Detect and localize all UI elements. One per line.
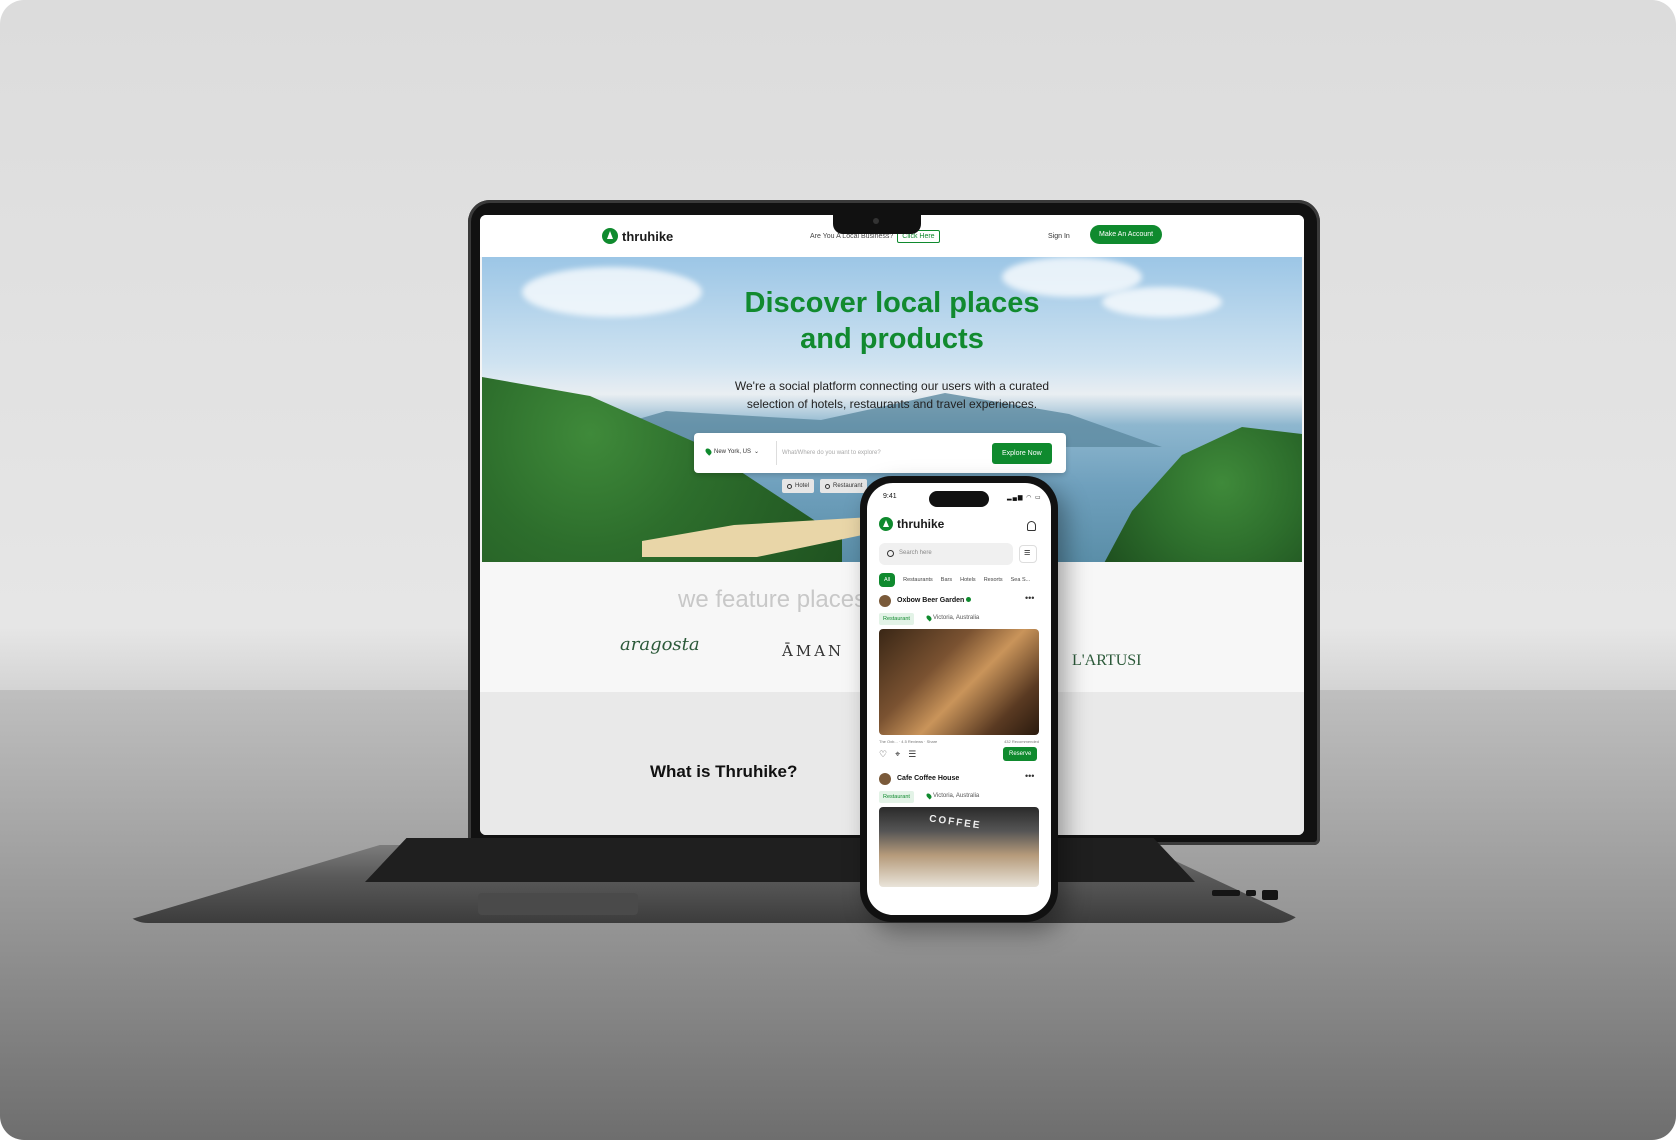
hero-subtitle-line-2: selection of hotels, restaurants and tra…: [746, 397, 1038, 411]
app-brand-name: thruhike: [897, 517, 945, 531]
tab-restaurants[interactable]: Restaurants: [903, 577, 933, 583]
site-logo[interactable]: thruhike: [602, 228, 673, 244]
post-stats-right: 432 Recommended: [1004, 739, 1039, 744]
phone-device: 9:41 ▂▄▆ ◠ ▭ thruhike Search here All Re…: [860, 476, 1058, 922]
local-business-text: Are You A Local Business?: [810, 233, 894, 240]
cafe-sign: COFFEE: [928, 813, 983, 832]
post-location: Victoria, Australia: [925, 792, 980, 800]
more-options-icon[interactable]: •••: [1025, 593, 1034, 603]
dynamic-island: [929, 491, 989, 507]
hero-title-line-2: and products: [800, 323, 984, 355]
make-account-button[interactable]: Make An Account: [1090, 225, 1163, 244]
post-location-text: Victoria, Australia: [933, 615, 980, 621]
signal-wifi-battery-icon: ▂▄▆ ◠ ▭: [1007, 495, 1042, 501]
avatar[interactable]: [879, 595, 891, 607]
bell-icon[interactable]: [1027, 521, 1036, 531]
heart-icon[interactable]: ♡: [879, 749, 887, 760]
port: [1262, 890, 1278, 900]
filter-icon[interactable]: [1019, 545, 1037, 563]
tab-resorts[interactable]: Resorts: [984, 577, 1003, 583]
location-pin-icon: [925, 614, 933, 622]
laptop-notch: [833, 212, 921, 234]
search-icon: [825, 483, 831, 489]
location-pin-icon[interactable]: ⌖: [895, 749, 900, 760]
partner-logo-aragosta: aragosta: [620, 634, 700, 655]
category-chips: Hotel Restaurant: [782, 479, 868, 493]
hero-subtitle-line-1: We're a social platform connecting our u…: [734, 379, 1050, 393]
sign-in-link[interactable]: Sign In: [1048, 233, 1070, 240]
status-time: 9:41: [883, 493, 897, 500]
port: [1212, 890, 1240, 896]
featured-heading: we feature places: [678, 586, 867, 613]
chip-label: Restaurant: [833, 483, 863, 489]
tree-logo-icon: [879, 517, 893, 531]
post-actions: ♡ ⌖ ☰: [879, 749, 916, 760]
verified-icon: [966, 597, 972, 602]
search-divider: [776, 441, 777, 465]
partner-logo-aman: ĀMAN: [782, 642, 845, 660]
about-title: What is Thruhike?: [650, 762, 798, 781]
category-badge: Restaurant: [879, 791, 914, 803]
phone-screen: 9:41 ▂▄▆ ◠ ▭ thruhike Search here All Re…: [867, 483, 1051, 915]
hero-title-line-1: Discover local places: [744, 287, 1040, 319]
location-pin-icon: [925, 792, 933, 800]
search-icon: [787, 483, 792, 489]
hero-subtitle: We're a social platform connecting our u…: [482, 377, 1302, 413]
tab-hotels[interactable]: Hotels: [960, 577, 976, 583]
avatar[interactable]: [879, 773, 891, 785]
app-search-placeholder: Search here: [899, 550, 932, 556]
laptop-keyboard: [365, 838, 1195, 882]
hero-search-bar: New York, US ⌄ What/Where do you want to…: [694, 433, 1066, 473]
chip-label: Hotel: [795, 483, 810, 489]
laptop-trackpad: [478, 893, 638, 915]
tab-bars[interactable]: Bars: [941, 577, 952, 583]
hero-forest-right: [1102, 427, 1302, 562]
category-badge: Restaurant: [879, 613, 914, 625]
post-location-text: Victoria, Australia: [933, 793, 980, 799]
post-image-cafe-interior[interactable]: COFFEE: [879, 807, 1039, 887]
camera-icon: [873, 218, 879, 224]
post-stats: The Oxb... · 4.5 Reviews · Share 432 Rec…: [879, 739, 1039, 744]
tab-sea[interactable]: Sea S...: [1011, 577, 1031, 583]
app-category-tabs: All Restaurants Bars Hotels Resorts Sea …: [879, 573, 1030, 587]
partner-logo-lartusi: L'ARTUSI: [1072, 652, 1142, 669]
post-title[interactable]: Cafe Coffee House: [897, 775, 959, 782]
post-image-bar-scene[interactable]: [879, 629, 1039, 735]
more-options-icon[interactable]: •••: [1025, 771, 1034, 781]
tree-logo-icon: [602, 228, 618, 244]
hero-search-input[interactable]: What/Where do you want to explore?: [782, 450, 881, 456]
post-location: Victoria, Australia: [925, 614, 980, 622]
post-stats-left: The Oxb... · 4.5 Reviews · Share: [879, 739, 938, 744]
explore-now-button[interactable]: Explore Now: [992, 443, 1052, 464]
app-search-input[interactable]: Search here: [879, 543, 1013, 565]
reserve-button[interactable]: Reserve: [1003, 747, 1038, 761]
chip-restaurant[interactable]: Restaurant: [820, 479, 868, 493]
location-value: New York, US: [714, 448, 752, 455]
location-dropdown[interactable]: New York, US ⌄: [704, 447, 760, 456]
search-icon: [887, 550, 894, 557]
post-title[interactable]: Oxbow Beer Garden: [897, 597, 972, 604]
hero-title: Discover local places and products: [482, 285, 1302, 357]
chip-hotel[interactable]: Hotel: [782, 479, 815, 493]
location-pin-icon: [704, 447, 713, 456]
post-title-text: Oxbow Beer Garden: [897, 597, 965, 604]
laptop-ports: [1212, 890, 1292, 908]
tab-all[interactable]: All: [879, 573, 896, 587]
port: [1246, 890, 1256, 896]
menu-icon[interactable]: ☰: [908, 749, 916, 760]
app-logo: thruhike: [879, 517, 944, 531]
brand-name: thruhike: [622, 228, 674, 244]
chevron-down-icon: ⌄: [754, 449, 760, 455]
